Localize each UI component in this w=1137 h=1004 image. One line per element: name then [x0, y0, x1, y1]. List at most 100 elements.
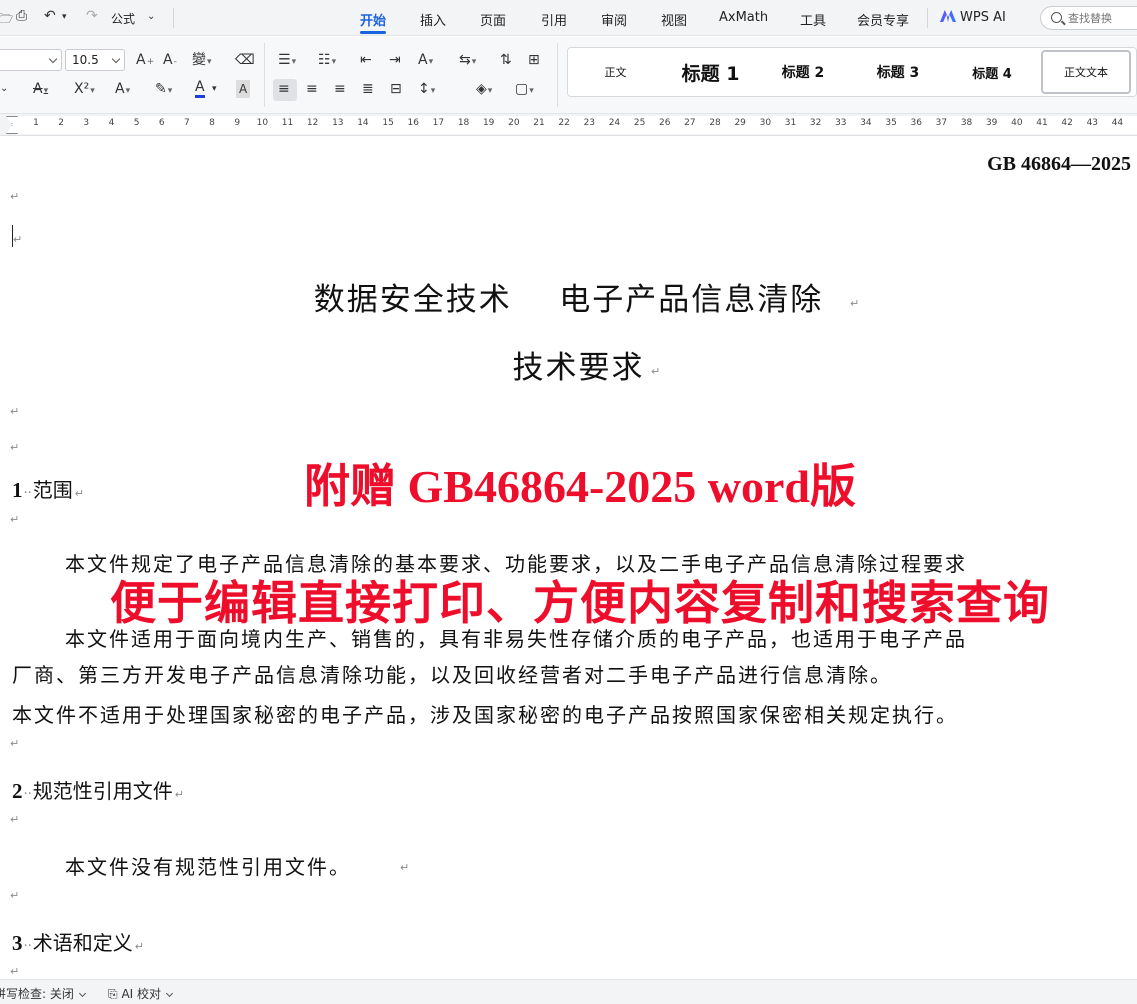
tab-tools[interactable]: 工具 — [800, 10, 826, 29]
font-size-combo[interactable]: 10.5 — [65, 49, 125, 71]
paragraph-mark: ↵ — [651, 365, 661, 378]
tab-member[interactable]: 会员专享 — [857, 10, 909, 29]
tab-marker: ·· — [23, 787, 32, 802]
search-icon — [1051, 12, 1062, 23]
chevron-down-icon — [111, 54, 121, 64]
tab-insert[interactable]: 插入 — [420, 10, 446, 29]
section2-para1: 本文件没有规范性引用文件。 — [65, 855, 351, 879]
redo-icon[interactable]: ↷ — [86, 8, 98, 24]
print-preview-icon[interactable]: ⎙ — [16, 8, 27, 24]
ruler-number: 8 — [209, 118, 215, 128]
tab-axmath[interactable]: AxMath — [719, 10, 768, 25]
document-page[interactable]: GB 46864—2025 ↵ ↵ 数据安全技术 电子产品信息清除 ↵ 技术要求… — [0, 137, 1137, 979]
chevron-down-icon — [165, 989, 174, 998]
ruler-number: 20 — [508, 118, 520, 128]
paragraph-mark: ↵ — [10, 965, 20, 978]
paragraph-mark: ↵ — [134, 940, 144, 953]
menu-bar: 🗁 ⎙ ↶ ▾ ↷ 公式 ⌄ 开始 插入 页面 引用 审阅 视图 AxMath … — [0, 0, 1137, 36]
ruler-number: 27 — [684, 118, 696, 128]
ruler-number: 41 — [1036, 118, 1048, 128]
grow-font-icon[interactable]: A+ — [136, 51, 154, 71]
tab-marker: ·· — [23, 939, 32, 954]
spellcheck-status[interactable]: 拼写检查: 关闭 — [0, 985, 86, 1002]
font-color-icon[interactable]: A — [195, 80, 205, 98]
ruler-number: 32 — [809, 118, 822, 128]
show-marks-icon[interactable]: ⊞ — [528, 51, 540, 69]
paragraph-mark: ↵ — [10, 737, 20, 750]
paragraph-mark: ↵ — [850, 297, 860, 310]
line-spacing-icon[interactable]: ↕▾ — [418, 80, 435, 100]
ruler-number: 11 — [281, 118, 294, 128]
find-replace-input[interactable] — [1068, 10, 1137, 26]
paragraph-mark: ↵ — [13, 233, 23, 246]
chevron-down-icon — [48, 54, 58, 64]
style-body-text[interactable]: 正文文本 — [1041, 50, 1131, 94]
tab-references[interactable]: 引用 — [541, 10, 567, 29]
char-shading-icon[interactable]: A — [236, 80, 251, 98]
ruler-number: 42 — [1061, 118, 1073, 128]
style-gallery: 正文 标题 1 标题 2 标题 3 标题 4 正文文本 — [567, 47, 1137, 97]
align-left-icon[interactable]: ≡ — [278, 80, 290, 98]
clear-format-icon[interactable]: ⌫ — [235, 51, 255, 69]
text-direction-icon[interactable]: A▾ — [418, 51, 433, 71]
ruler-number: 34 — [860, 118, 872, 128]
text-effect-icon[interactable]: A▾ — [115, 80, 130, 100]
ai-proofread-button[interactable]: ⎘ AI 校对 — [108, 985, 174, 1002]
tab-home[interactable]: 开始 — [360, 10, 386, 29]
open-file-icon[interactable]: 🗁 — [0, 8, 13, 32]
highlight-icon[interactable]: ✎▾ — [155, 80, 172, 100]
section-heading-2: 2··规范性引用文件 ↵ — [12, 775, 184, 804]
ruler-number: 28 — [709, 118, 721, 128]
increase-indent-icon[interactable]: ⇥ — [389, 51, 401, 69]
formula-button[interactable]: 公式 — [111, 10, 135, 27]
align-right-icon[interactable]: ≡ — [334, 80, 346, 98]
shading-icon[interactable]: ◈▾ — [476, 80, 492, 100]
sort-icon[interactable]: ⇆▾ — [459, 51, 476, 71]
phonetic-guide-icon[interactable]: 變▾ — [192, 51, 212, 71]
ruler-number: 18 — [457, 118, 470, 128]
superscript-icon[interactable]: X²▾ — [74, 80, 95, 100]
tab-review[interactable]: 审阅 — [601, 10, 627, 29]
paragraph-mark: ↵ — [400, 861, 410, 874]
borders-icon[interactable]: ▢▾ — [515, 80, 534, 100]
chevron-down-icon — [78, 989, 86, 998]
sort-az-icon[interactable]: ⇅ — [500, 51, 512, 69]
find-replace-box[interactable] — [1040, 6, 1137, 30]
undo-dropdown-icon[interactable]: ▾ — [62, 12, 67, 22]
ruler-number: 10 — [256, 118, 269, 128]
style-heading-1[interactable]: 标题 1 — [668, 48, 753, 96]
section-number: 2 — [12, 779, 23, 803]
paragraph-mark: ↵ — [10, 190, 20, 203]
align-center-icon[interactable]: ≡ — [306, 80, 318, 98]
font-name-combo[interactable] — [0, 49, 62, 71]
ruler-number: 22 — [558, 118, 570, 128]
ruler-number: 36 — [910, 118, 922, 128]
doc-header-standard-number: GB 46864—2025 — [987, 153, 1131, 175]
formula-dropdown-icon[interactable]: ⌄ — [147, 11, 155, 22]
ruler-number: 2 — [58, 118, 65, 128]
numbered-list-icon[interactable]: ☷▾ — [318, 51, 336, 71]
bullet-list-icon[interactable]: ☰▾ — [278, 51, 296, 71]
justify-icon[interactable]: ≣ — [362, 80, 374, 98]
tab-page[interactable]: 页面 — [480, 10, 506, 29]
horizontal-ruler[interactable]: 1 2 3 4 5 6 7 8 9 10 11 12 13 14 15 16 17 18 19 20 21 22 23 24 2… — [0, 114, 1137, 136]
ruler-number: 9 — [234, 118, 241, 128]
active-tab-indicator — [360, 31, 386, 34]
style-heading-4[interactable]: 标题 4 — [952, 48, 1032, 96]
tab-view[interactable]: 视图 — [661, 10, 687, 29]
decrease-indent-icon[interactable]: ⇤ — [360, 51, 372, 69]
distributed-icon[interactable]: ⊟ — [390, 80, 402, 98]
font-color-dropdown-icon[interactable]: ▾ — [212, 80, 217, 98]
ruler-number: 14 — [357, 118, 369, 128]
style-heading-2[interactable]: 标题 2 — [763, 48, 843, 96]
status-bar: 拼写检查: 关闭 ⎘ AI 校对 — [0, 979, 1137, 1004]
wps-ai-button[interactable]: WPS AI — [940, 10, 1006, 25]
style-normal[interactable]: 正文 — [578, 48, 653, 96]
menubar-divider — [173, 8, 174, 28]
shrink-font-icon[interactable]: A- — [163, 51, 177, 71]
chevron-down-icon[interactable]: ⌄ — [0, 80, 8, 98]
undo-icon[interactable]: ↶ — [44, 8, 56, 24]
style-heading-3[interactable]: 标题 3 — [858, 48, 938, 96]
ruler-number: 40 — [1011, 118, 1023, 128]
strikethrough-icon[interactable]: A▾ — [33, 80, 48, 100]
